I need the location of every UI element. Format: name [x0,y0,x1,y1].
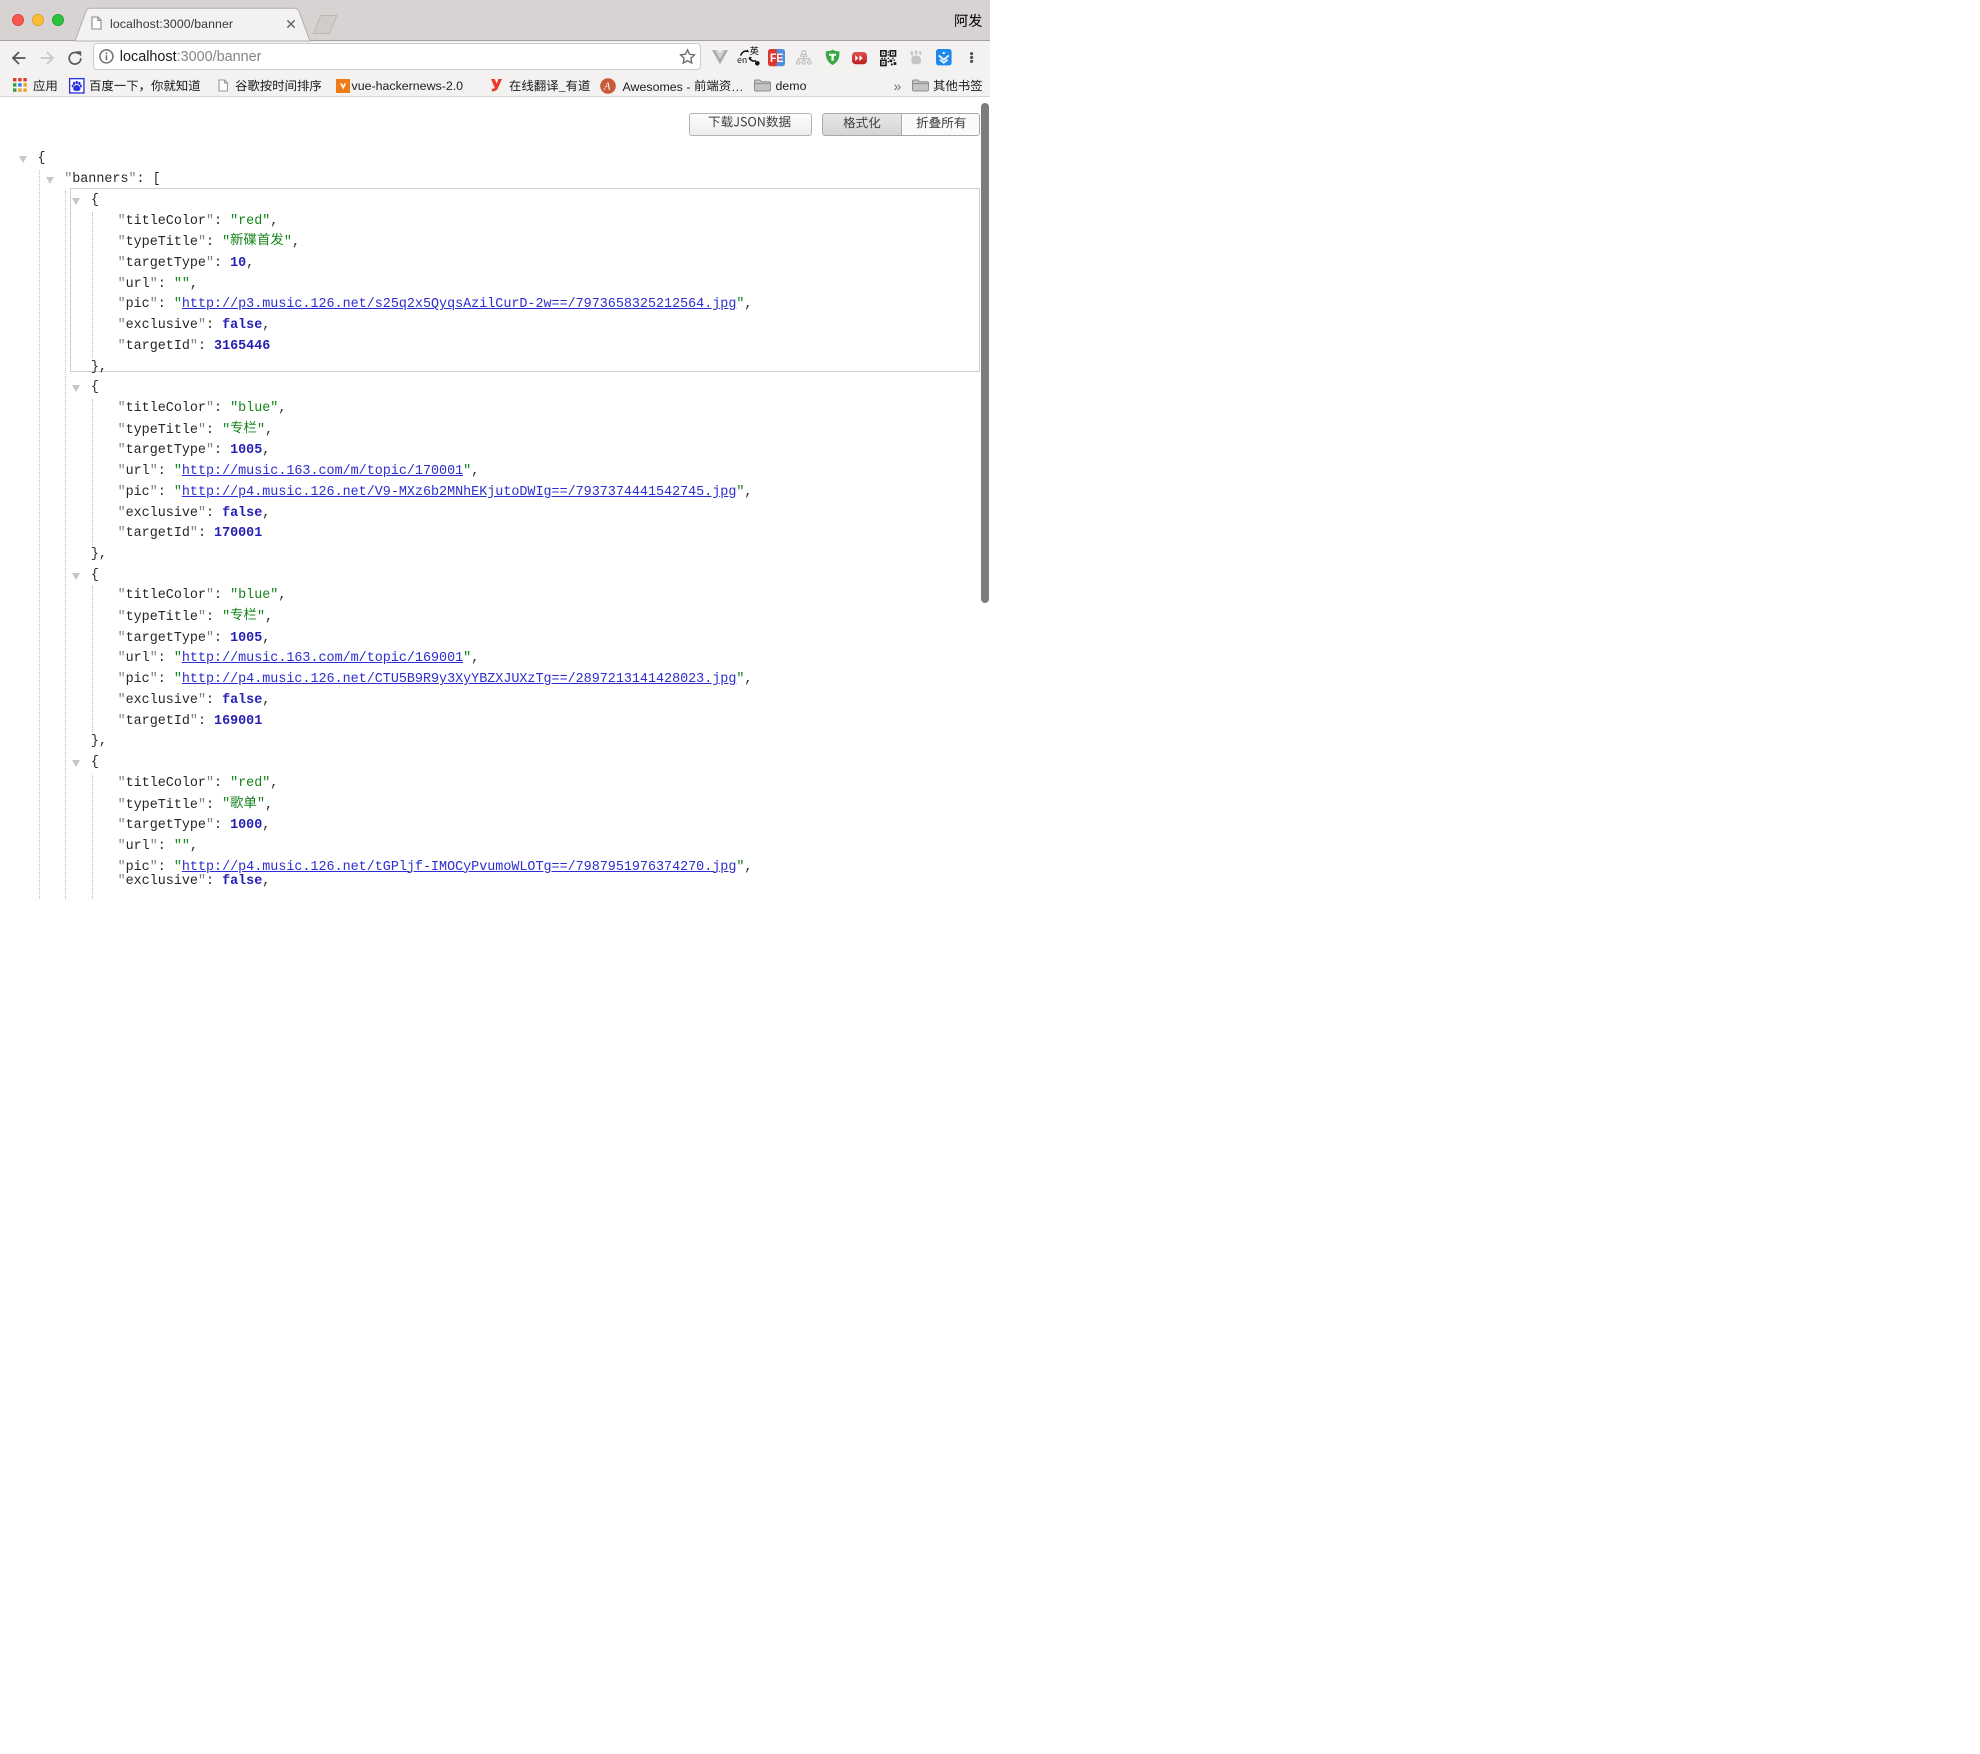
svg-text:FE: FE [770,51,783,65]
svg-text:A: A [603,81,611,92]
